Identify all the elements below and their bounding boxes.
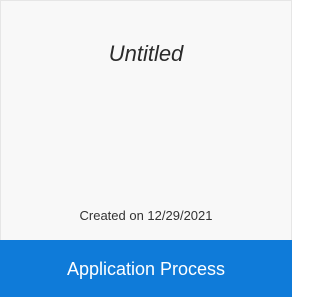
application-process-label: Application Process — [66, 258, 226, 279]
created-date: Created on 12/29/2021 — [79, 208, 213, 223]
card-title: Untitled — [108, 41, 184, 66]
project-card[interactable]: Untitled Created on 12/29/2021 Applicati… — [0, 0, 292, 297]
application-process-button[interactable]: Application Process — [0, 240, 292, 297]
